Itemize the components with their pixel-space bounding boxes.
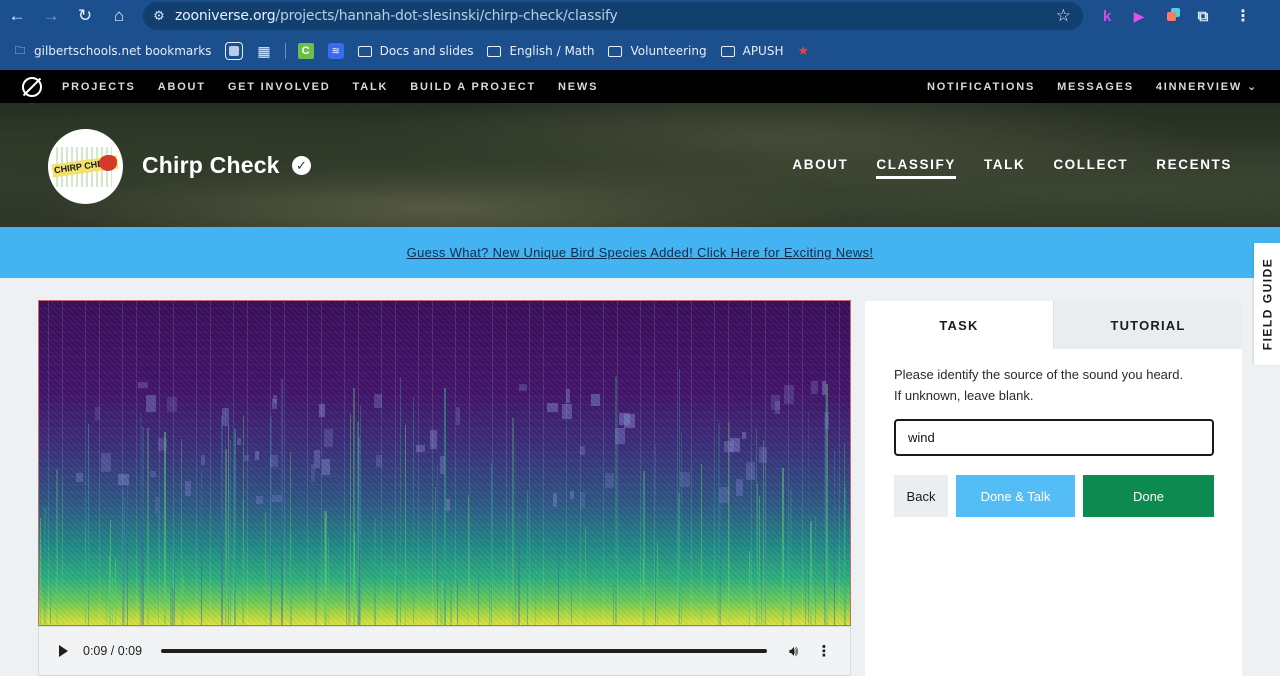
nav-about[interactable]: ABOUT: [158, 81, 206, 93]
flag-bookmark-icon[interactable]: ★: [797, 43, 809, 59]
field-guide-tab[interactable]: FIELD GUIDE: [1254, 243, 1280, 365]
spectrogram-image: [38, 300, 851, 626]
play-icon[interactable]: [59, 645, 68, 657]
nav-talk[interactable]: TALK: [353, 81, 389, 93]
c-bookmark-icon[interactable]: C: [297, 43, 314, 59]
browser-menu-icon[interactable]: ⋮: [1232, 5, 1254, 27]
project-nav-collect[interactable]: COLLECT: [1053, 157, 1128, 179]
user-menu[interactable]: 4INNERVIEW ⌄: [1156, 80, 1258, 93]
bookmark-volunteering[interactable]: Volunteering: [608, 44, 707, 58]
zooniverse-top-nav: PROJECTS ABOUT GET INVOLVED TALK BUILD A…: [0, 70, 1280, 103]
film-extension-icon[interactable]: ▶: [1128, 5, 1150, 27]
managed-bookmarks-icon: 🗀: [14, 43, 26, 57]
announcement-banner: Guess What? New Unique Bird Species Adde…: [0, 227, 1280, 278]
folder-icon: [487, 45, 502, 57]
chevron-down-icon: ⌄: [1246, 81, 1258, 93]
b-bookmark-icon[interactable]: ≋: [327, 43, 344, 59]
done-and-talk-button[interactable]: Done & Talk: [956, 475, 1075, 517]
bookmark-separator: [284, 43, 286, 59]
announcement-link[interactable]: Guess What? New Unique Bird Species Adde…: [407, 245, 874, 260]
volume-icon[interactable]: 🔊︎: [789, 643, 798, 660]
project-header: CHIRP CHECK Chirp Check ✓ ABOUT CLASSIFY…: [0, 103, 1280, 227]
bookmark-apush[interactable]: APUSH: [720, 44, 783, 58]
apps-grid-icon[interactable]: ▦: [257, 43, 270, 60]
project-nav: ABOUT CLASSIFY TALK COLLECT RECENTS: [764, 157, 1232, 179]
project-avatar[interactable]: CHIRP CHECK: [48, 129, 123, 204]
project-nav-recents[interactable]: RECENTS: [1156, 157, 1232, 179]
folder-icon: [357, 45, 372, 57]
tab-task[interactable]: TASK: [865, 301, 1053, 349]
k-extension-icon[interactable]: k: [1096, 5, 1118, 27]
bookmark-star-icon[interactable]: ☆: [1056, 6, 1071, 26]
task-tabs: TASK TUTORIAL: [865, 301, 1242, 349]
nav-messages[interactable]: MESSAGES: [1057, 81, 1134, 93]
bookmarks-bar: 🗀 gilbertschools.net bookmarks ▦ C ≋ Doc…: [0, 32, 1280, 70]
answer-input[interactable]: [894, 419, 1214, 456]
zooniverse-logo-icon[interactable]: [22, 76, 42, 97]
folder-icon: [720, 45, 735, 57]
nav-projects[interactable]: PROJECTS: [62, 81, 136, 93]
nav-get-involved[interactable]: GET INVOLVED: [228, 81, 331, 93]
task-panel: TASK TUTORIAL Please identify the source…: [865, 301, 1242, 676]
back-arrow-icon[interactable]: ←: [0, 0, 34, 32]
done-button[interactable]: Done: [1083, 475, 1214, 517]
extensions-area: k ▶ ⧉ ⋮: [1096, 0, 1254, 32]
bookmark-gilbertschools[interactable]: 🗀 gilbertschools.net bookmarks: [12, 43, 212, 59]
project-nav-about[interactable]: ABOUT: [792, 157, 848, 179]
verified-check-icon: ✓: [292, 156, 311, 175]
recorder-extension-icon[interactable]: [1160, 5, 1182, 27]
project-nav-talk[interactable]: TALK: [984, 157, 1025, 179]
audio-progress-bar[interactable]: [161, 649, 767, 653]
user-nav: NOTIFICATIONS MESSAGES 4INNERVIEW ⌄: [905, 70, 1258, 103]
audio-time: 0:09 / 0:09: [83, 644, 143, 658]
bookmark-english-math[interactable]: English / Math: [487, 44, 594, 58]
address-bar[interactable]: ⚙ zooniverse.org/projects/hannah-dot-sle…: [143, 2, 1083, 30]
forward-arrow-icon[interactable]: →: [34, 0, 68, 32]
project-title[interactable]: Chirp Check: [142, 152, 280, 179]
nav-build-a-project[interactable]: BUILD A PROJECT: [410, 81, 536, 93]
url-text: zooniverse.org/projects/hannah-dot-slesi…: [175, 8, 618, 24]
site-settings-icon[interactable]: ⚙: [143, 8, 175, 24]
project-nav-classify[interactable]: CLASSIFY: [876, 157, 956, 179]
bookmark-docs-and-slides[interactable]: Docs and slides: [357, 44, 473, 58]
cardinal-icon: [99, 155, 117, 171]
task-question: Please identify the source of the sound …: [894, 367, 1184, 403]
reload-icon[interactable]: ↻: [68, 0, 102, 32]
puzzle-icon[interactable]: ⧉: [1192, 5, 1214, 27]
folder-icon: [608, 45, 623, 57]
home-icon[interactable]: ⌂: [102, 0, 136, 32]
app-bookmark-icon[interactable]: [225, 42, 244, 60]
spectrogram-noise: [39, 301, 850, 625]
tab-tutorial[interactable]: TUTORIAL: [1053, 301, 1242, 349]
more-options-icon[interactable]: ⋮: [816, 642, 831, 660]
audio-player: 0:09 / 0:09 🔊︎ ⋮: [38, 626, 851, 676]
nav-news[interactable]: NEWS: [558, 81, 598, 93]
back-button[interactable]: Back: [894, 475, 948, 517]
browser-toolbar: ← → ↻ ⌂ ⚙ zooniverse.org/projects/hannah…: [0, 0, 1280, 32]
nav-notifications[interactable]: NOTIFICATIONS: [927, 81, 1035, 93]
